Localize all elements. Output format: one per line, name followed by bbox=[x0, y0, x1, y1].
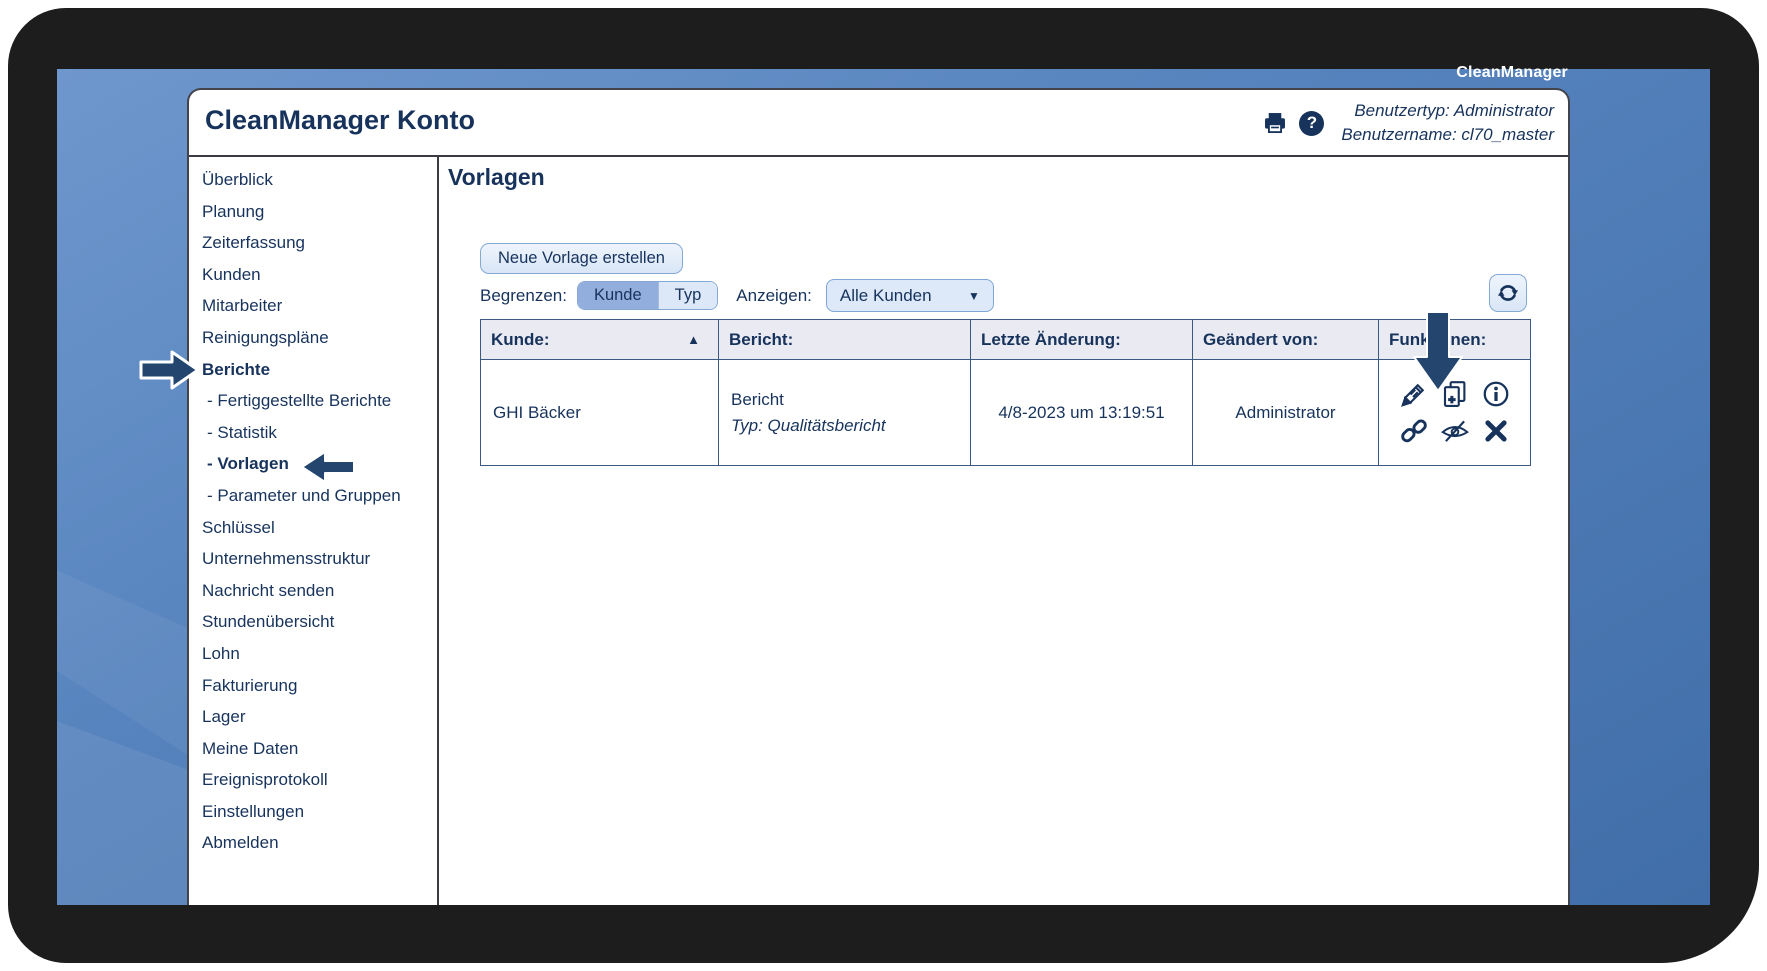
sidebar-item-unternehmensstruktur[interactable]: Unternehmensstruktur bbox=[189, 543, 437, 575]
cell-letzte-aenderung: 4/8-2023 um 13:19:51 bbox=[971, 360, 1193, 466]
sidebar-item-berichte[interactable]: Berichte bbox=[189, 354, 437, 386]
user-info: Benutzertyp: Administrator Benutzername:… bbox=[1341, 99, 1554, 147]
bericht-name: Bericht bbox=[731, 387, 970, 413]
help-button[interactable]: ? bbox=[1299, 111, 1324, 136]
sidebar-item-vorlagen[interactable]: - Vorlagen bbox=[189, 448, 437, 480]
sidebar-item-einstellungen[interactable]: Einstellungen bbox=[189, 796, 437, 828]
sidebar-item-zeiterfassung[interactable]: Zeiterfassung bbox=[189, 227, 437, 259]
copy-icon bbox=[1440, 379, 1470, 409]
sidebar-item-fakturierung[interactable]: Fakturierung bbox=[189, 670, 437, 702]
content-heading: Vorlagen bbox=[448, 164, 545, 191]
limit-segmented-control: Kunde Typ bbox=[577, 281, 718, 310]
show-label: Anzeigen: bbox=[736, 286, 812, 306]
cell-bericht: Bericht Typ: Qualitätsbericht bbox=[719, 360, 971, 466]
sidebar-item-kunden[interactable]: Kunden bbox=[189, 259, 437, 291]
column-header-letzte-aenderung[interactable]: Letzte Änderung: bbox=[971, 320, 1193, 360]
table-header-row: Kunde: ▲ Bericht: Letzte Änderung: Geänd… bbox=[481, 320, 1531, 360]
edit-icon bbox=[1399, 379, 1429, 409]
sidebar-item-schluessel[interactable]: Schlüssel bbox=[189, 512, 437, 544]
edit-button[interactable] bbox=[1398, 378, 1430, 410]
sidebar-nav: Überblick Planung Zeiterfassung Kunden M… bbox=[189, 157, 439, 905]
column-label: Kunde: bbox=[491, 330, 550, 350]
column-header-funktionen[interactable]: Funktionen: bbox=[1379, 320, 1531, 360]
link-icon bbox=[1399, 416, 1429, 446]
refresh-button[interactable] bbox=[1489, 274, 1527, 312]
delete-icon bbox=[1482, 417, 1510, 445]
app-window: CleanManager Konto ? Benutzertyp: Admini… bbox=[187, 88, 1570, 905]
sidebar-item-ereignisprotokoll[interactable]: Ereignisprotokoll bbox=[189, 764, 437, 796]
print-button[interactable] bbox=[1261, 110, 1288, 137]
limit-option-kunde[interactable]: Kunde bbox=[578, 282, 658, 309]
column-header-kunde[interactable]: Kunde: ▲ bbox=[481, 320, 719, 360]
customer-filter-dropdown[interactable]: Alle Kunden ▼ bbox=[826, 279, 994, 312]
sort-ascending-icon: ▲ bbox=[687, 332, 700, 347]
dropdown-selected-value: Alle Kunden bbox=[840, 286, 932, 306]
browser-brand-label: CleanManager bbox=[57, 64, 1568, 82]
sidebar-item-meine-daten[interactable]: Meine Daten bbox=[189, 733, 437, 765]
sidebar-item-lager[interactable]: Lager bbox=[189, 701, 437, 733]
app-header: CleanManager Konto ? Benutzertyp: Admini… bbox=[189, 90, 1568, 157]
delete-button[interactable] bbox=[1480, 415, 1512, 447]
link-button[interactable] bbox=[1398, 415, 1430, 447]
info-icon bbox=[1481, 379, 1511, 409]
header-actions: ? Benutzertyp: Administrator Benutzernam… bbox=[1261, 99, 1554, 147]
cell-funktionen bbox=[1379, 360, 1531, 466]
main-content: Vorlagen Neue Vorlage erstellen Begrenze… bbox=[439, 157, 1568, 905]
filter-row: Begrenzen: Kunde Typ Anzeigen: Alle Kund… bbox=[480, 279, 994, 312]
column-header-geaendert-von[interactable]: Geändert von: bbox=[1193, 320, 1379, 360]
sidebar-item-ueberblick[interactable]: Überblick bbox=[189, 164, 437, 196]
sidebar-item-reinigungsplaene[interactable]: Reinigungspläne bbox=[189, 322, 437, 354]
column-header-bericht[interactable]: Bericht: bbox=[719, 320, 971, 360]
hide-icon bbox=[1440, 416, 1470, 446]
bericht-typ: Typ: Qualitätsbericht bbox=[731, 413, 970, 439]
info-button[interactable] bbox=[1480, 378, 1512, 410]
app-body: Überblick Planung Zeiterfassung Kunden M… bbox=[189, 157, 1568, 905]
limit-label: Begrenzen: bbox=[480, 286, 567, 306]
page-title: CleanManager Konto bbox=[205, 105, 475, 136]
row-actions bbox=[1396, 378, 1514, 447]
refresh-icon bbox=[1496, 281, 1520, 305]
sidebar-item-statistik[interactable]: - Statistik bbox=[189, 417, 437, 449]
sidebar-item-mitarbeiter[interactable]: Mitarbeiter bbox=[189, 290, 437, 322]
create-template-button[interactable]: Neue Vorlage erstellen bbox=[480, 243, 683, 274]
limit-option-typ[interactable]: Typ bbox=[658, 282, 718, 309]
screenshot-stage: CleanManager CleanManager Konto ? Benutz… bbox=[0, 0, 1767, 971]
sidebar-item-planung[interactable]: Planung bbox=[189, 196, 437, 228]
sidebar-item-lohn[interactable]: Lohn bbox=[189, 638, 437, 670]
user-type: Benutzertyp: Administrator bbox=[1341, 99, 1554, 123]
cell-kunde: GHI Bäcker bbox=[481, 360, 719, 466]
table-row: GHI Bäcker Bericht Typ: Qualitätsbericht… bbox=[481, 360, 1531, 466]
printer-icon bbox=[1262, 110, 1288, 136]
sidebar-item-nachricht-senden[interactable]: Nachricht senden bbox=[189, 575, 437, 607]
cell-geaendert-von: Administrator bbox=[1193, 360, 1379, 466]
sidebar-item-stundenuebersicht[interactable]: Stundenübersicht bbox=[189, 606, 437, 638]
copy-button[interactable] bbox=[1439, 378, 1471, 410]
sidebar-item-abmelden[interactable]: Abmelden bbox=[189, 827, 437, 859]
user-name: Benutzername: cl70_master bbox=[1341, 123, 1554, 147]
hide-button[interactable] bbox=[1439, 415, 1471, 447]
templates-table: Kunde: ▲ Bericht: Letzte Änderung: Geänd… bbox=[480, 319, 1531, 466]
chevron-down-icon: ▼ bbox=[968, 289, 980, 303]
sidebar-item-fertiggestellte-berichte[interactable]: - Fertiggestellte Berichte bbox=[189, 385, 437, 417]
sidebar-item-parameter-und-gruppen[interactable]: - Parameter und Gruppen bbox=[189, 480, 437, 512]
